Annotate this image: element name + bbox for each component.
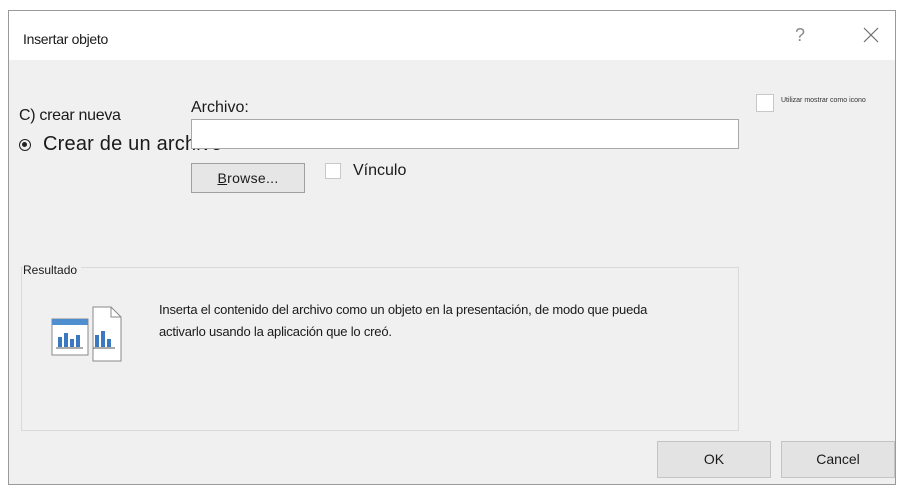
result-group bbox=[21, 267, 739, 431]
create-new-radio[interactable]: C) crear nueva bbox=[19, 107, 121, 125]
link-label: Vínculo bbox=[353, 162, 407, 179]
embedded-object-icon bbox=[51, 301, 123, 368]
file-path-input[interactable] bbox=[191, 119, 739, 149]
display-as-icon-label: Utilizar mostrar como icono bbox=[781, 97, 866, 104]
display-as-icon-checkbox[interactable] bbox=[756, 94, 774, 112]
close-button[interactable] bbox=[857, 21, 885, 49]
insert-object-dialog: Insertar objeto ? C) crear nueva Crear d… bbox=[8, 10, 896, 485]
help-button[interactable]: ? bbox=[789, 23, 811, 47]
title-bar: Insertar objeto ? bbox=[9, 11, 895, 60]
file-label: Archivo: bbox=[191, 99, 249, 116]
link-checkbox[interactable] bbox=[325, 163, 341, 179]
browse-button[interactable]: Browse... bbox=[191, 163, 305, 193]
dialog-title: Insertar objeto bbox=[23, 31, 108, 47]
radio-selected-icon bbox=[19, 139, 31, 151]
ok-button[interactable]: OK bbox=[657, 441, 771, 478]
result-description: Inserta el contenido del archivo como un… bbox=[159, 302, 648, 339]
result-group-label: Resultado bbox=[23, 263, 82, 277]
browse-accelerator: B bbox=[217, 170, 228, 186]
browse-label-rest: rowse... bbox=[227, 170, 279, 186]
close-icon bbox=[863, 27, 879, 43]
cancel-button[interactable]: Cancel bbox=[781, 441, 895, 478]
